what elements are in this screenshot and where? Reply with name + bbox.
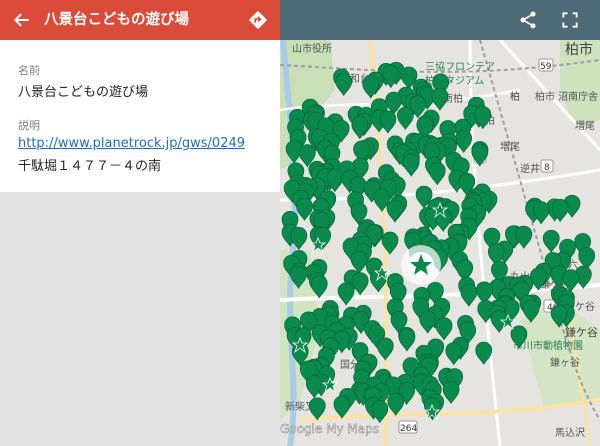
map-label-kashiwa: 柏市 [565,41,593,58]
map-attribution: Google My Maps [280,422,379,436]
name-label: 名前 [18,64,40,77]
back-arrow-icon[interactable] [10,8,34,32]
map-label-numaminami: 柏市 沼南庁舎 [535,90,598,103]
map-label-sakai: 逆井 [520,162,540,175]
google-my-maps-logo: Google My Maps [280,422,379,436]
map-label-kashiwa-station: 柏 [510,90,520,103]
name-value: 八景台こどもの遊び場 [18,85,149,100]
details-panel: 八景台こどもの遊び場 名前 八景台こどもの遊び場 説明 http://www.p… [0,0,280,446]
panel-body: 名前 八景台こどもの遊び場 説明 http://www.planetrock.j… [0,40,280,192]
map-route-264: 264 [400,424,417,434]
description-link[interactable]: http://www.planetrock.jp/gws/0249 [18,136,245,151]
map-label-frontier: 三協フロンテア [425,60,495,73]
map-label-kamagaya2: 鎌ケ谷 [565,325,598,339]
description-label: 説明 [18,119,40,132]
map-label-masuo2: 増尾 [500,140,520,153]
map-label-shiyakusho: 山市役所 [292,42,332,55]
selected-marker[interactable] [401,245,441,285]
panel-title: 八景台こどもの遊び場 [44,12,189,28]
map-route-59: 59 [540,62,552,72]
share-icon[interactable] [516,8,540,32]
map-label-magome: 馬込沢 [555,426,585,439]
map-route-8: 8 [544,163,550,173]
map-label-kamagaya-station: 鎌ヶ谷 [550,356,580,369]
panel-header: 八景台こどもの遊び場 [0,0,280,40]
description-text: 千駄堀１４７７－４の南 [18,159,162,174]
fullscreen-icon[interactable] [558,8,582,32]
map-toolbar [280,0,600,40]
map-label-masuo: 増尾 [575,119,595,132]
directions-icon[interactable] [246,8,270,32]
